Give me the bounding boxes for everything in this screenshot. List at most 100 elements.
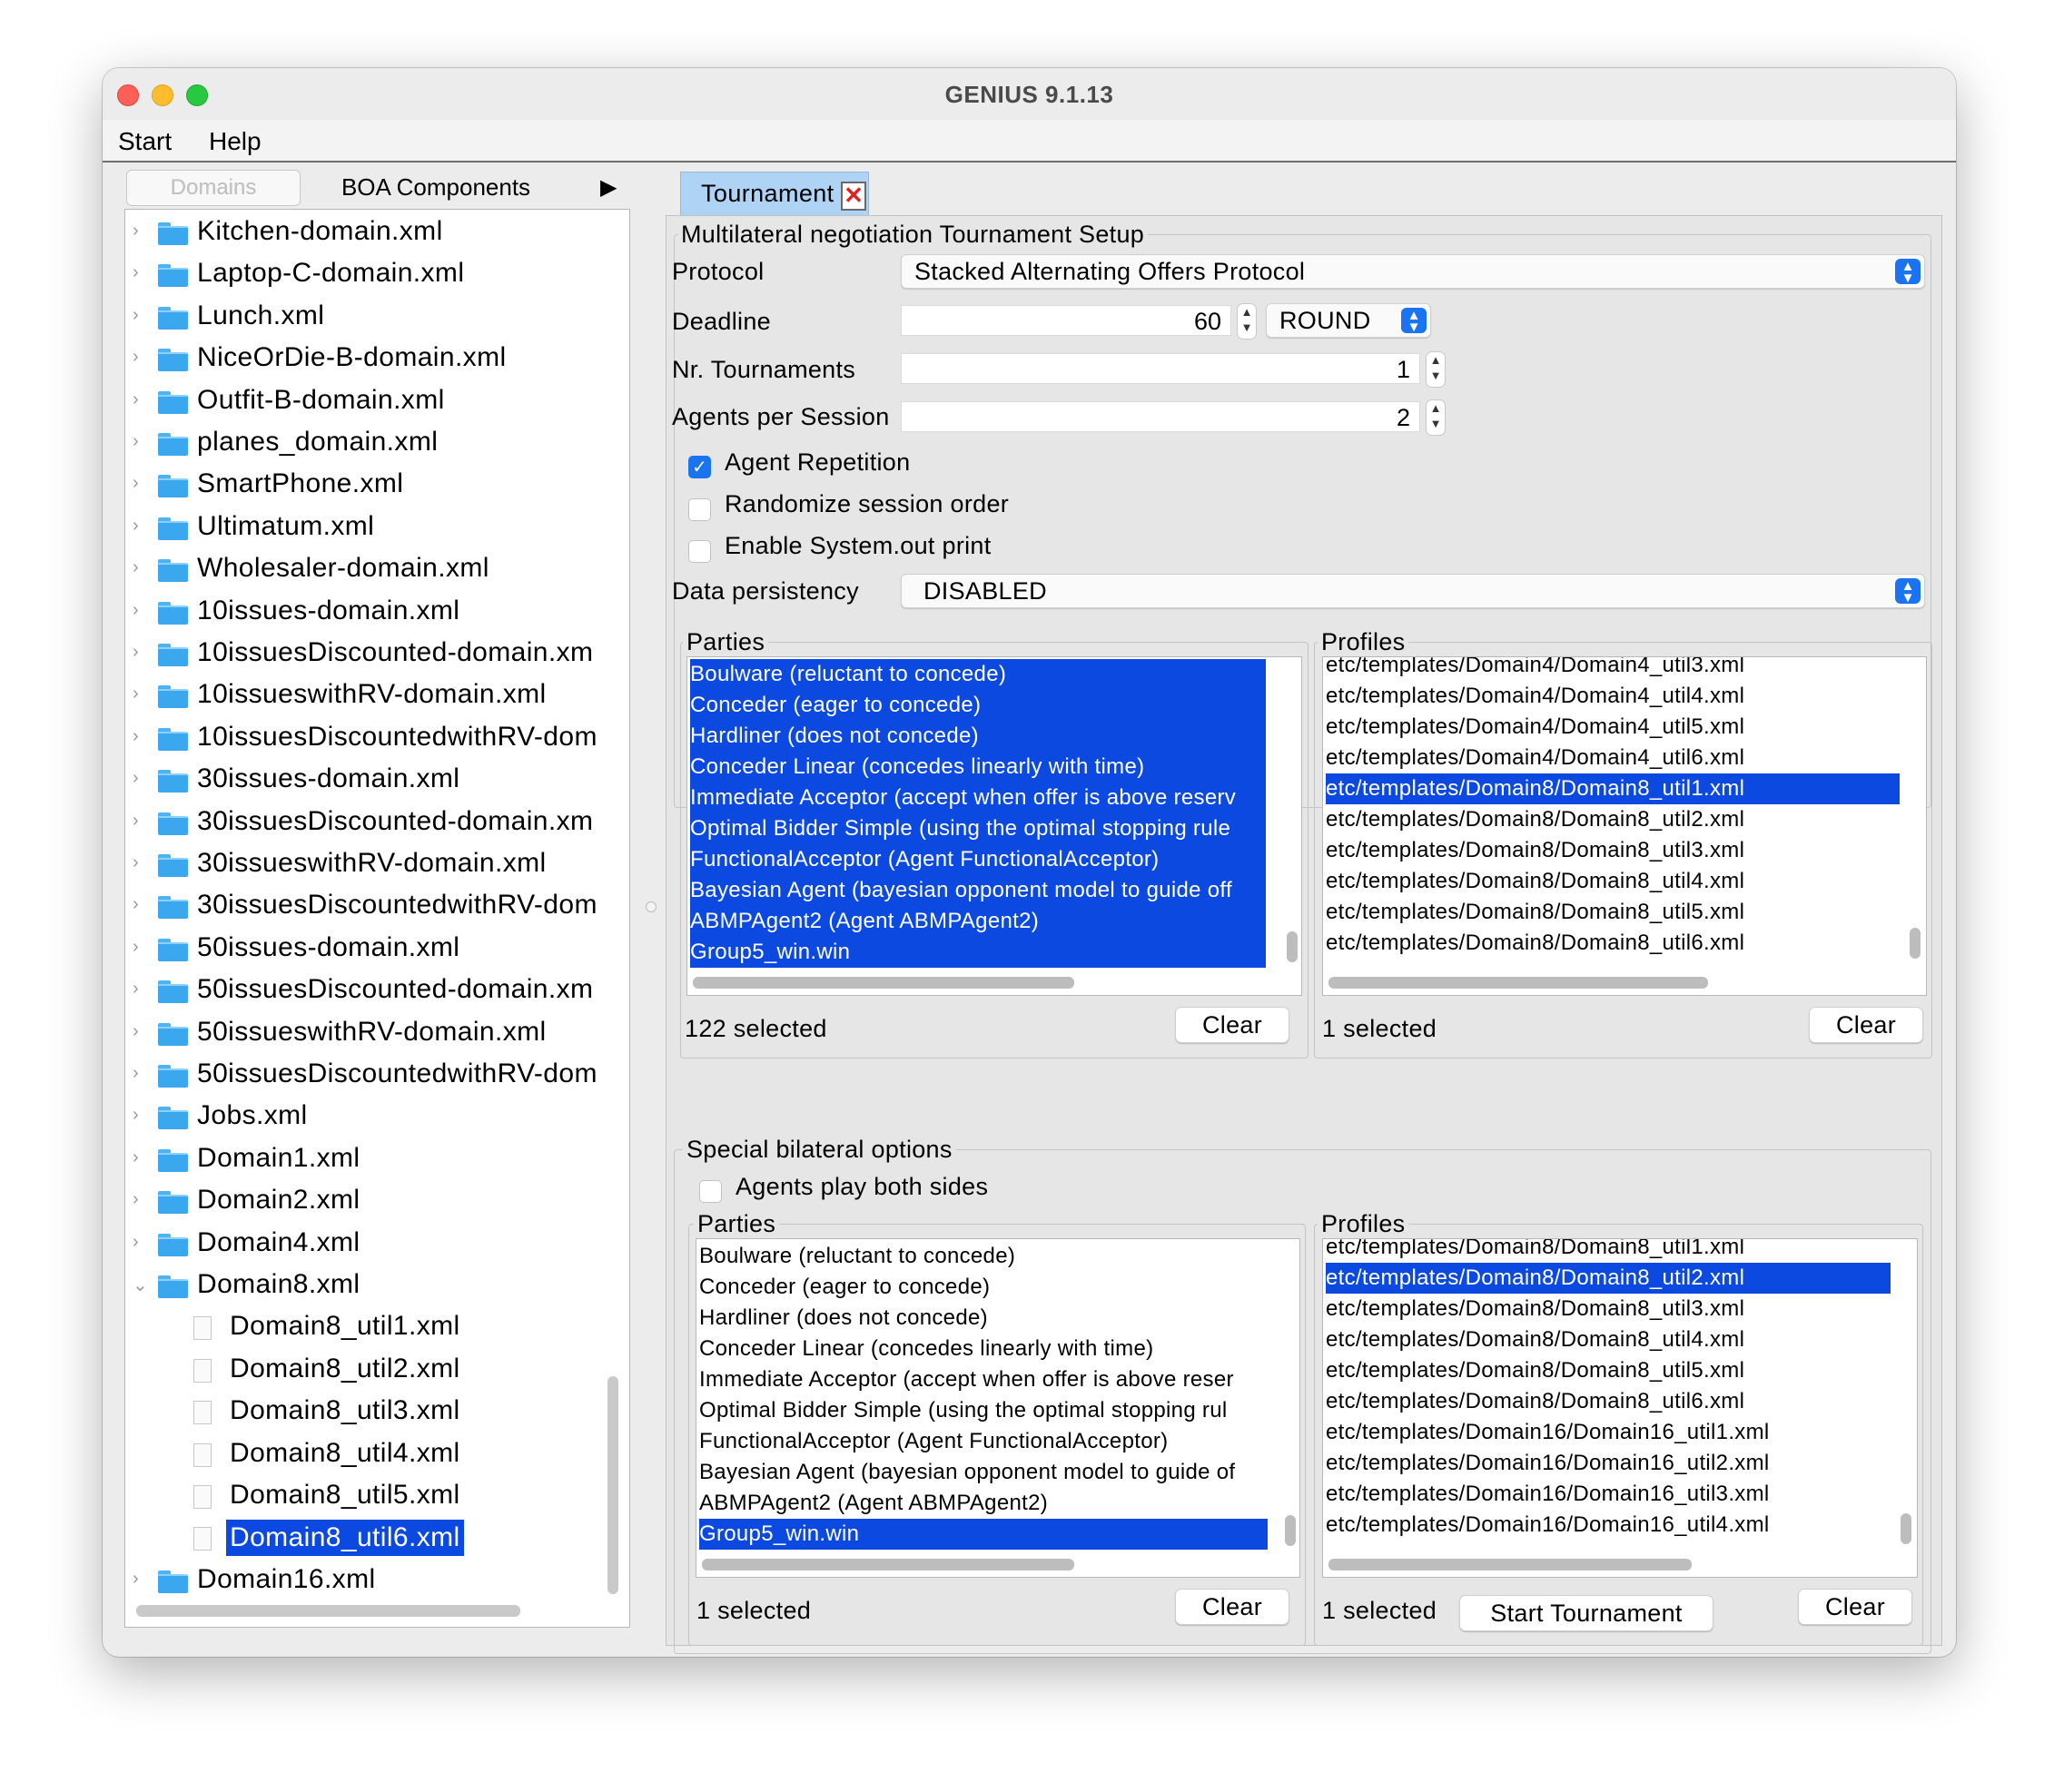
chevron-right-icon[interactable]: › bbox=[133, 557, 139, 578]
list-item[interactable]: Bayesian Agent (bayesian opponent model … bbox=[699, 1457, 1235, 1488]
bilateral-parties-clear-button[interactable]: Clear bbox=[1175, 1589, 1289, 1625]
chevron-right-icon[interactable]: › bbox=[133, 262, 139, 283]
chevron-right-icon[interactable]: › bbox=[133, 431, 139, 452]
list-item[interactable]: Conceder (eager to concede) bbox=[699, 1272, 990, 1303]
list-item[interactable]: etc/templates/Domain8/Domain8_util5.xml bbox=[1326, 1355, 1744, 1386]
list-item[interactable]: etc/templates/Domain16/Domain16_util1.xm… bbox=[1326, 1417, 1770, 1448]
randomize-checkbox[interactable] bbox=[688, 498, 711, 521]
tree-item[interactable]: Domain8_util5.xml bbox=[125, 1477, 616, 1517]
tree-item[interactable]: › Kitchen-domain.xml bbox=[125, 213, 616, 253]
tree-item[interactable]: › Wholesaler-domain.xml bbox=[125, 550, 616, 590]
tree-item[interactable]: › 50issueswithRV-domain.xml bbox=[125, 1014, 616, 1054]
tree-vertical-scrollbar[interactable] bbox=[607, 1376, 618, 1594]
list-item[interactable]: Immediate Acceptor (accept when offer is… bbox=[699, 1364, 1234, 1395]
chevron-right-icon[interactable]: › bbox=[133, 600, 139, 621]
start-tournament-button[interactable]: Start Tournament bbox=[1459, 1595, 1713, 1631]
list-item[interactable]: Hardliner (does not concede) bbox=[699, 1303, 988, 1334]
list-item[interactable]: ABMPAgent2 (Agent ABMPAgent2) bbox=[690, 906, 1266, 937]
list-item[interactable]: etc/templates/Domain8/Domain8_util6.xml bbox=[1326, 1386, 1744, 1417]
tree-item[interactable]: › SmartPhone.xml bbox=[125, 466, 616, 506]
tree-item[interactable]: › 10issuesDiscountedwithRV-dom bbox=[125, 719, 616, 759]
list-item[interactable]: ABMPAgent2 (Agent ABMPAgent2) bbox=[699, 1488, 1048, 1519]
list-item[interactable]: FunctionalAcceptor (Agent FunctionalAcce… bbox=[699, 1426, 1168, 1457]
list-item[interactable]: etc/templates/Domain4/Domain4_util4.xml bbox=[1326, 681, 1744, 712]
chevron-right-icon[interactable]: › bbox=[133, 726, 139, 747]
list-item[interactable]: Optimal Bidder Simple (using the optimal… bbox=[690, 813, 1266, 844]
list-item[interactable]: etc/templates/Domain4/Domain4_util6.xml bbox=[1326, 743, 1744, 773]
chevron-right-icon[interactable]: › bbox=[133, 811, 139, 832]
domain-tree[interactable]: › Domain16.xml Domain8_util6.xml Domain8_ut… bbox=[124, 209, 630, 1628]
tree-item[interactable]: › Domain2.xml bbox=[125, 1182, 616, 1222]
deadline-input[interactable]: 60 bbox=[901, 305, 1231, 336]
chevron-right-icon[interactable]: › bbox=[133, 1021, 139, 1042]
tab-boa-components[interactable]: BOA Components bbox=[304, 170, 568, 204]
tree-item[interactable]: › planes_domain.xml bbox=[125, 424, 616, 464]
list-item[interactable]: Optimal Bidder Simple (using the optimal… bbox=[699, 1395, 1228, 1426]
tree-item[interactable]: › 10issueswithRV-domain.xml bbox=[125, 676, 616, 716]
chevron-right-icon[interactable]: › bbox=[133, 937, 139, 958]
list-item[interactable]: etc/templates/Domain16/Domain16_util3.xm… bbox=[1326, 1479, 1770, 1510]
split-pane-divider[interactable] bbox=[646, 901, 657, 912]
deadline-unit-select[interactable]: ROUND ▲ ▼ bbox=[1266, 303, 1431, 338]
bilateral-profiles-vscroll[interactable] bbox=[1901, 1513, 1911, 1544]
list-item[interactable]: etc/templates/Domain8/Domain8_util5.xml bbox=[1326, 897, 1744, 928]
chevron-right-icon[interactable]: › bbox=[133, 305, 139, 326]
tree-item[interactable]: › Outfit-B-domain.xml bbox=[125, 382, 616, 422]
tree-item[interactable]: › 50issuesDiscounted-domain.xm bbox=[125, 971, 616, 1011]
agents-per-session-input[interactable]: 2 bbox=[901, 401, 1420, 432]
menu-start[interactable]: Start bbox=[118, 127, 172, 156]
agent-repetition-checkbox[interactable]: ✓ bbox=[688, 456, 711, 478]
parties-list-hscroll[interactable] bbox=[693, 977, 1074, 989]
list-item[interactable]: Hardliner (does not concede) bbox=[690, 721, 1266, 752]
profiles-list-vscroll[interactable] bbox=[1910, 928, 1921, 959]
chevron-right-icon[interactable]: › bbox=[133, 389, 139, 410]
agents-per-session-stepper[interactable]: ▲ ▼ bbox=[1426, 399, 1446, 436]
tree-item[interactable]: › 30issuesDiscountedwithRV-dom bbox=[125, 887, 616, 927]
deadline-stepper[interactable]: ▲ ▼ bbox=[1237, 303, 1257, 340]
tree-item[interactable]: Domain8_util6.xml bbox=[125, 1519, 616, 1559]
bilateral-parties-list[interactable]: Group5_win.win ABMPAgent2 (Agent ABMPAgen… bbox=[696, 1238, 1300, 1578]
list-item[interactable]: Boulware (reluctant to concede) bbox=[699, 1241, 1015, 1272]
tree-item[interactable]: Domain8_util3.xml bbox=[125, 1393, 616, 1433]
list-item[interactable]: etc/templates/Domain16/Domain16_util2.xm… bbox=[1326, 1448, 1770, 1479]
chevron-right-icon[interactable]: › bbox=[133, 1105, 139, 1126]
chevron-right-icon[interactable]: › bbox=[133, 1232, 139, 1253]
list-item[interactable]: Conceder Linear (concedes linearly with … bbox=[699, 1334, 1153, 1364]
chevron-right-icon[interactable]: › bbox=[133, 516, 139, 537]
chevron-right-icon[interactable]: › bbox=[133, 1189, 139, 1210]
protocol-select[interactable]: Stacked Alternating Offers Protocol ▲ ▼ bbox=[901, 254, 1925, 289]
list-item[interactable]: etc/templates/Domain8/Domain8_util2.xml bbox=[1326, 1263, 1891, 1294]
tree-item[interactable]: › 50issues-domain.xml bbox=[125, 930, 616, 970]
chevron-right-icon[interactable]: › bbox=[133, 768, 139, 789]
tree-item[interactable]: › Domain4.xml bbox=[125, 1225, 616, 1265]
both-sides-checkbox[interactable] bbox=[699, 1180, 722, 1203]
list-item[interactable]: etc/templates/Domain8/Domain8_util3.xml bbox=[1326, 1294, 1744, 1324]
chevron-right-icon[interactable]: › bbox=[133, 1569, 139, 1590]
tab-tournament[interactable]: Tournament ✕ bbox=[680, 172, 869, 216]
sysout-checkbox[interactable] bbox=[688, 540, 711, 563]
list-item[interactable]: etc/templates/Domain8/Domain8_util2.xml bbox=[1326, 804, 1744, 835]
tree-item[interactable]: › 30issuesDiscounted-domain.xm bbox=[125, 803, 616, 843]
list-item[interactable]: etc/templates/Domain8/Domain8_util4.xml bbox=[1326, 1324, 1744, 1355]
list-item[interactable]: Immediate Acceptor (accept when offer is… bbox=[690, 783, 1266, 813]
tab-scroll-right-icon[interactable]: ▶ bbox=[600, 174, 617, 201]
bilateral-parties-hscroll[interactable] bbox=[702, 1559, 1074, 1570]
tree-item[interactable]: › 30issueswithRV-domain.xml bbox=[125, 845, 616, 885]
tree-item[interactable]: Domain8_util2.xml bbox=[125, 1351, 616, 1391]
tree-item[interactable]: Domain8_util1.xml bbox=[125, 1308, 616, 1348]
chevron-right-icon[interactable]: › bbox=[133, 852, 139, 873]
tree-item[interactable]: › Laptop-C-domain.xml bbox=[125, 255, 616, 295]
chevron-right-icon[interactable]: › bbox=[133, 894, 139, 915]
tree-horizontal-scrollbar[interactable] bbox=[136, 1605, 520, 1617]
tree-item[interactable]: › Domain16.xml bbox=[125, 1561, 616, 1601]
chevron-right-icon[interactable]: › bbox=[133, 979, 139, 999]
tree-item[interactable]: › Jobs.xml bbox=[125, 1098, 616, 1137]
chevron-right-icon[interactable]: › bbox=[133, 221, 139, 241]
bilateral-profiles-clear-button[interactable]: Clear bbox=[1798, 1589, 1912, 1625]
list-item[interactable]: Boulware (reluctant to concede) bbox=[690, 659, 1266, 690]
tree-item[interactable]: › Ultimatum.xml bbox=[125, 508, 616, 548]
parties-list-vscroll[interactable] bbox=[1287, 931, 1298, 962]
chevron-right-icon[interactable]: › bbox=[133, 347, 139, 368]
bilateral-parties-vscroll[interactable] bbox=[1285, 1515, 1296, 1546]
tree-item[interactable]: › 10issues-domain.xml bbox=[125, 593, 616, 633]
